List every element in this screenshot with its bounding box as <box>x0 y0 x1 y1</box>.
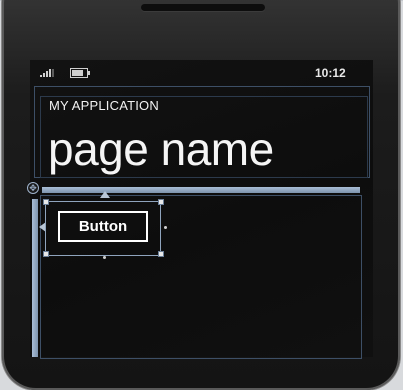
ruler-top-marker-icon[interactable] <box>100 191 110 198</box>
selected-button[interactable]: Button <box>58 211 148 242</box>
move-handle-icon[interactable]: ✥ <box>27 182 39 194</box>
status-bar: 10:12 <box>30 60 373 86</box>
resize-handle[interactable] <box>43 199 49 205</box>
battery-icon <box>70 68 90 78</box>
status-time: 10:12 <box>315 66 346 80</box>
resize-handle[interactable] <box>43 251 49 257</box>
resize-handle[interactable] <box>158 251 164 257</box>
resize-handle[interactable] <box>158 199 164 205</box>
margin-dot <box>103 256 106 259</box>
margin-dot <box>164 226 167 229</box>
grid-ruler-left[interactable] <box>32 199 38 357</box>
grid-ruler-top[interactable] <box>42 187 360 193</box>
page-title: page name <box>48 123 274 175</box>
phone-speaker <box>141 4 265 11</box>
application-title: MY APPLICATION <box>49 98 159 113</box>
signal-bars-icon <box>40 69 54 77</box>
